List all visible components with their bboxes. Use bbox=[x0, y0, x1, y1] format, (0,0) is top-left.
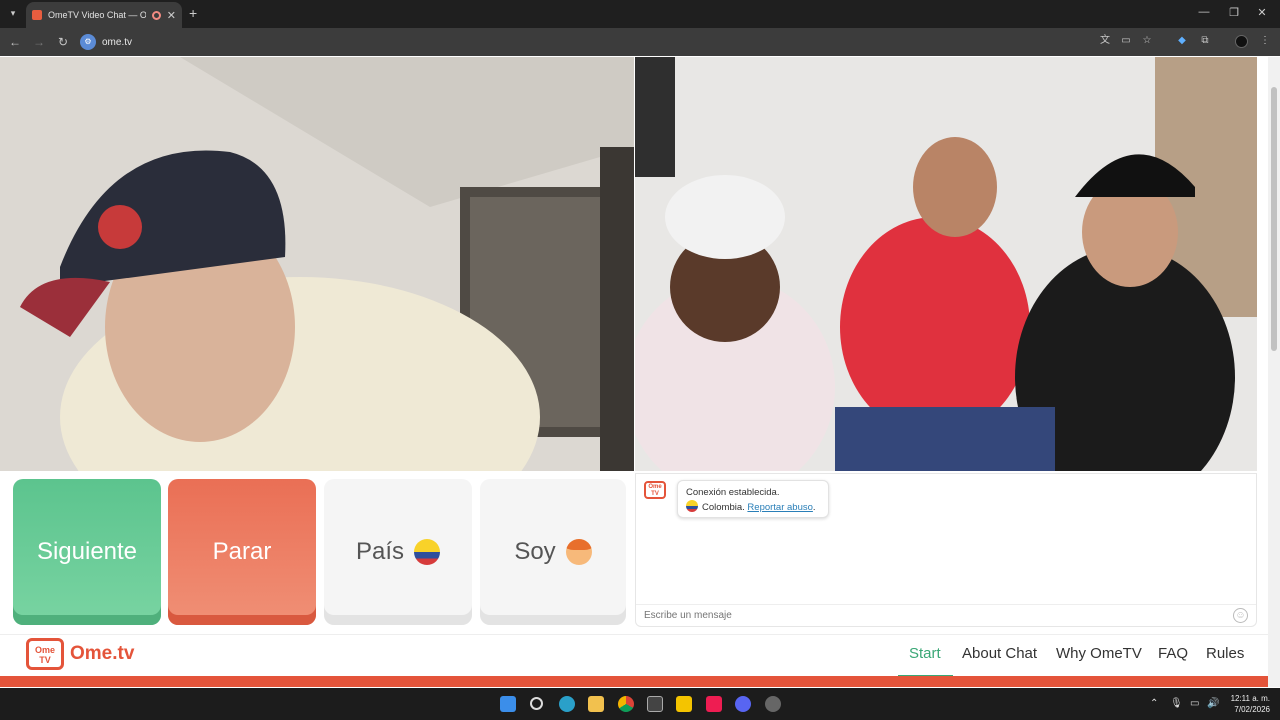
rockstar-launcher-icon[interactable] bbox=[676, 696, 692, 712]
windows-start-icon[interactable] bbox=[500, 696, 516, 712]
bookmark-star-icon[interactable]: ☆ bbox=[1140, 34, 1154, 48]
system-message-bubble: Conexión establecida. Colombia. Reportar… bbox=[677, 480, 829, 518]
restore-window-icon[interactable]: ❐ bbox=[1226, 6, 1242, 19]
browser-tab-strip: ▾ OmeTV Video Chat — Ome ✕ + — ❐ ✕ bbox=[0, 0, 1280, 28]
nav-link-about-chat[interactable]: About Chat bbox=[962, 645, 1037, 662]
microphone-icon[interactable]: 🎙 bbox=[1170, 698, 1183, 709]
tray-chevron-icon[interactable]: ⌃ bbox=[1150, 698, 1158, 709]
local-camera-video bbox=[0, 57, 634, 471]
colombia-flag-icon bbox=[686, 500, 698, 512]
settings-gear-icon[interactable] bbox=[765, 696, 781, 712]
chrome-browser-icon[interactable] bbox=[618, 696, 634, 712]
minimize-window-icon[interactable]: — bbox=[1196, 6, 1212, 18]
country-button-label: País bbox=[355, 538, 405, 565]
footer-accent-bar bbox=[0, 676, 1268, 687]
ometv-favicon-icon bbox=[32, 10, 42, 20]
network-icon[interactable]: ▭ bbox=[1190, 698, 1199, 709]
next-button-label: Siguiente bbox=[36, 538, 138, 565]
ometv-logo[interactable]: Ome TV Ome.tv bbox=[26, 638, 134, 670]
stop-button[interactable]: Parar bbox=[168, 479, 316, 625]
chat-panel: Ome TV Conexión establecida. Colombia. R… bbox=[635, 473, 1257, 627]
back-arrow-icon[interactable]: ← bbox=[5, 35, 25, 49]
emoji-icon[interactable]: ☺ bbox=[1233, 608, 1248, 623]
browser-menu-icon[interactable]: ⋮ bbox=[1258, 34, 1272, 48]
gender-button[interactable]: Soy bbox=[480, 479, 626, 625]
address-bar[interactable]: ⚙ ome.tv bbox=[80, 32, 1090, 52]
scrollbar-thumb[interactable] bbox=[1271, 87, 1277, 351]
message-input-bar: ☺ bbox=[636, 604, 1256, 626]
browser-tab[interactable]: OmeTV Video Chat — Ome ✕ bbox=[26, 2, 182, 28]
edge-browser-icon[interactable] bbox=[559, 696, 575, 712]
search-icon[interactable] bbox=[530, 697, 543, 710]
profile-avatar[interactable] bbox=[1235, 35, 1248, 48]
volume-icon[interactable]: 🔊 bbox=[1207, 698, 1219, 709]
nav-link-faq[interactable]: FAQ bbox=[1158, 645, 1188, 662]
reload-icon[interactable]: ↻ bbox=[53, 35, 73, 49]
clock-date: 7/02/2026 bbox=[1234, 705, 1270, 714]
stop-button-label: Parar bbox=[212, 538, 272, 565]
url-text: ome.tv bbox=[102, 36, 133, 48]
message-input[interactable] bbox=[644, 610, 1233, 621]
ometv-tv-logo-icon: Ome TV bbox=[26, 638, 64, 670]
report-suffix: . bbox=[812, 502, 816, 513]
remote-video-frame bbox=[635, 57, 1257, 471]
recording-indicator-icon bbox=[151, 10, 161, 20]
file-explorer-icon[interactable] bbox=[588, 696, 604, 712]
stranger-country-line: Colombia. Reportar abuso. bbox=[686, 500, 820, 515]
site-footer: Ome TV Ome.tv Start About Chat Why OmeTV… bbox=[0, 634, 1268, 677]
country-button[interactable]: País bbox=[324, 479, 472, 625]
new-tab-button[interactable]: + bbox=[189, 5, 197, 21]
next-button[interactable]: Siguiente bbox=[13, 479, 161, 625]
system-clock[interactable]: 12:11 a. m. 7/02/2026 bbox=[1222, 693, 1270, 715]
tab-search-icon[interactable]: ▾ bbox=[6, 6, 20, 20]
clock-time: 12:11 a. m. bbox=[1230, 694, 1270, 703]
report-abuse-link[interactable]: Reportar abuso bbox=[747, 502, 812, 513]
site-info-icon[interactable]: ⚙ bbox=[80, 34, 96, 50]
close-tab-icon[interactable]: ✕ bbox=[167, 9, 176, 22]
nav-link-why-ometv[interactable]: Why OmeTV bbox=[1056, 645, 1142, 662]
forward-arrow-icon[interactable]: → bbox=[29, 35, 49, 49]
extension-icon[interactable]: ◆ bbox=[1175, 34, 1189, 48]
extensions-puzzle-icon[interactable]: ⧉ bbox=[1198, 34, 1212, 48]
page-scrollbar[interactable] bbox=[1268, 57, 1280, 687]
remote-stranger-video bbox=[635, 57, 1257, 471]
gender-button-label: Soy bbox=[514, 538, 556, 565]
colombia-flag-icon bbox=[414, 539, 441, 565]
stranger-country-text: Colombia. bbox=[702, 502, 745, 513]
nav-link-start[interactable]: Start bbox=[909, 645, 941, 662]
translate-icon[interactable]: 文 bbox=[1098, 34, 1112, 48]
tiktok-icon[interactable] bbox=[706, 696, 722, 712]
close-window-icon[interactable]: ✕ bbox=[1254, 6, 1270, 19]
connection-status-text: Conexión establecida. bbox=[686, 487, 780, 498]
local-video-frame bbox=[0, 57, 634, 471]
tab-title: OmeTV Video Chat — Ome bbox=[48, 10, 146, 20]
boy-face-icon bbox=[565, 539, 592, 565]
cast-icon[interactable]: ▭ bbox=[1119, 34, 1133, 48]
nav-link-rules[interactable]: Rules bbox=[1206, 645, 1244, 662]
ometv-chat-logo-icon: Ome TV bbox=[644, 481, 666, 499]
discord-icon[interactable] bbox=[735, 696, 751, 712]
windows-taskbar bbox=[0, 688, 1280, 720]
brand-name: Ome.tv bbox=[70, 643, 135, 664]
app-icon[interactable] bbox=[647, 696, 663, 712]
